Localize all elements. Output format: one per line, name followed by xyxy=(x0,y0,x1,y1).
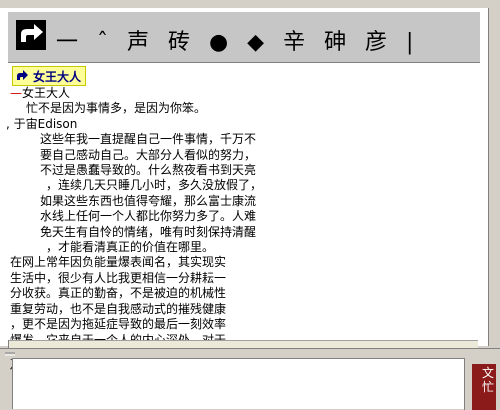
text-line: 免天生有自怜的情绪，唯有时刻保持清醒 xyxy=(10,225,486,240)
title-text: 一 ˆ 声 砖 ● ◆ 辛 砷 彦 | xyxy=(56,30,420,55)
text-line: ，连续几天只睡几小时，多久没放假了， xyxy=(10,178,486,193)
line-text: ，连续几天只睡几小时，多久没放假了， xyxy=(46,178,263,193)
arrow-icon xyxy=(17,70,28,80)
text-line: , 于宙Edison xyxy=(6,117,486,132)
document-text: —女王大人 忙不是因为事情多，是因为你笨。, 于宙Edison 这些年我一直提醒自己… xyxy=(6,86,486,377)
text-line: 生活中，很少有人比我更相信一分耕耘一 xyxy=(10,271,486,286)
lower-text-pane[interactable] xyxy=(12,358,466,409)
line-text: 要自己感动自己。大部分人看似的努力， xyxy=(40,147,257,162)
line-text: 忙不是因为事情多，是因为你笨。 xyxy=(26,101,207,116)
line-text: 重复劳动，也不是自我感动式的摧残健康 xyxy=(10,301,227,316)
line-text: ，才能看清真正的价值在哪里。 xyxy=(46,240,215,255)
line-text: 水线上任何一个人都比你努力多了。人难 xyxy=(40,209,257,224)
text-line: 分收获。真正的勤奋，不是被迫的机械性 xyxy=(10,286,486,301)
line-marker: — xyxy=(10,86,22,100)
line-text: 免天生有自怜的情绪，唯有时刻保持清醒 xyxy=(40,224,257,239)
side-pane-text: 文 忙 xyxy=(482,366,495,394)
text-line: 水线上任何一个人都比你努力多了。人难 xyxy=(10,209,486,224)
line-text: 生活中，很少有人比我更相信一分耕耘一 xyxy=(10,270,227,285)
line-text: 于宙Edison xyxy=(13,116,78,131)
bookmark-tag[interactable]: 女王大人 xyxy=(12,66,87,86)
text-line: 不过是愚蠢导致的。什么熬夜看书到天亮 xyxy=(10,163,486,178)
text-line: 重复劳动，也不是自我感动式的摧残健康 xyxy=(10,302,486,317)
scrollbar-left-edge xyxy=(8,340,9,348)
line-text: 这些年我一直提醒自己一件事情，千万不 xyxy=(40,132,257,147)
hand-arrow-icon[interactable] xyxy=(16,20,46,50)
bookmark-label: 女王大人 xyxy=(33,69,82,84)
text-line: —女王大人 xyxy=(10,86,486,101)
line-text: 不过是愚蠢导致的。什么熬夜看书到天亮 xyxy=(40,163,257,178)
text-line: 忙不是因为事情多，是因为你笨。 xyxy=(10,101,486,116)
title-bar: 一 ˆ 声 砖 ● ◆ 辛 砷 彦 | xyxy=(8,12,480,63)
text-line: ，才能看清真正的价值在哪里。 xyxy=(10,240,486,255)
window-top-edge xyxy=(0,0,500,8)
line-text: 在网上常年因负能量爆表闻名，其实现实 xyxy=(10,255,227,270)
line-text: 如果这些东西也值得夸耀，那么富士康流 xyxy=(40,193,257,208)
text-line: 在网上常年因负能量爆表闻名，其实现实 xyxy=(10,255,486,270)
text-line: 要自己感动自己。大部分人看似的努力， xyxy=(10,148,486,163)
line-text: 女王大人 xyxy=(22,86,71,100)
text-line: 这些年我一直提醒自己一件事情，千万不 xyxy=(10,132,486,147)
line-text: 分收获。真正的勤奋，不是被迫的机械性 xyxy=(10,286,227,301)
text-line: 如果这些东西也值得夸耀，那么富士康流 xyxy=(10,194,486,209)
text-line: ，更不是因为拖延症导致的最后一刻效率 xyxy=(10,317,486,332)
resize-grip-icon[interactable] xyxy=(4,349,16,357)
line-prefix: , xyxy=(6,116,14,131)
window-right-border xyxy=(488,8,500,346)
line-text: ，更不是因为拖延症导致的最后一刻效率 xyxy=(10,317,227,332)
